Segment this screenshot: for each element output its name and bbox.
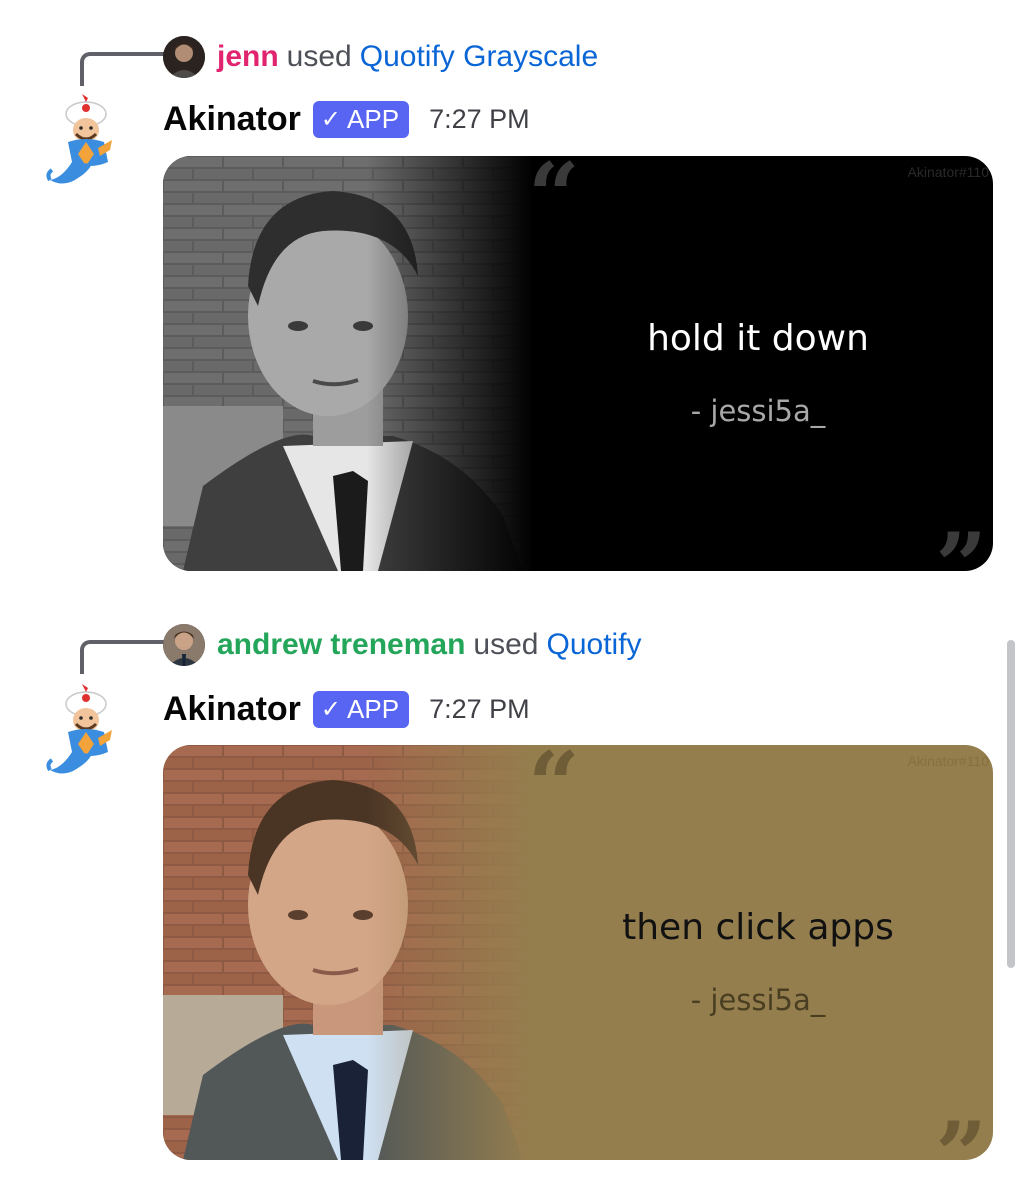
user-avatar[interactable] [163,624,205,666]
timestamp[interactable]: 7:27 PM [429,694,530,725]
reply-used-text: used [286,40,352,73]
open-quote-mark: “ [528,745,580,838]
verified-check-icon: ✓ [320,695,342,723]
akinator-avatar[interactable] [42,92,126,192]
quote-author: - jessi5a_ [690,394,826,428]
quote-text: then click apps [622,907,894,948]
app-badge-label: APP [347,693,400,724]
reply-reference[interactable]: jenn used Quotify Grayscale [163,34,598,80]
app-badge-label: APP [347,103,400,134]
message-header: Akinator ✓ APP 7:27 PM [163,686,530,732]
reply-used-text: used [473,628,539,661]
reply-command-link[interactable]: Quotify Grayscale [360,40,598,74]
reply-username[interactable]: jenn [217,40,279,74]
app-badge: ✓ APP [312,100,410,138]
reply-command-link[interactable]: Quotify [546,628,641,662]
user-avatar[interactable] [163,36,205,78]
scrollbar-thumb[interactable] [1007,640,1015,968]
open-quote-mark: “ [528,156,580,249]
photo-fade-overlay [163,745,533,1160]
watermark: Akinator#110 [907,164,989,180]
akinator-avatar[interactable] [42,682,126,782]
app-badge: ✓ APP [312,690,410,728]
reply-reference[interactable]: andrew treneman used Quotify [163,622,642,668]
close-quote-mark: ” [935,513,987,571]
quote-image[interactable]: “ Akinator#110 hold it down - jessi5a_ ” [163,156,993,571]
photo-fade-overlay [163,156,533,571]
reply-connector [80,640,164,674]
watermark: Akinator#110 [907,753,989,769]
timestamp[interactable]: 7:27 PM [429,104,530,135]
quote-text: hold it down [647,318,869,359]
bot-name[interactable]: Akinator [163,690,301,729]
reply-connector [80,52,164,86]
verified-check-icon: ✓ [320,105,342,133]
reply-username[interactable]: andrew treneman [217,628,465,662]
quote-image[interactable]: “ Akinator#110 then click apps - jessi5a… [163,745,993,1160]
close-quote-mark: ” [935,1102,987,1160]
quote-author: - jessi5a_ [690,983,826,1017]
bot-name[interactable]: Akinator [163,100,301,139]
message-header: Akinator ✓ APP 7:27 PM [163,96,530,142]
